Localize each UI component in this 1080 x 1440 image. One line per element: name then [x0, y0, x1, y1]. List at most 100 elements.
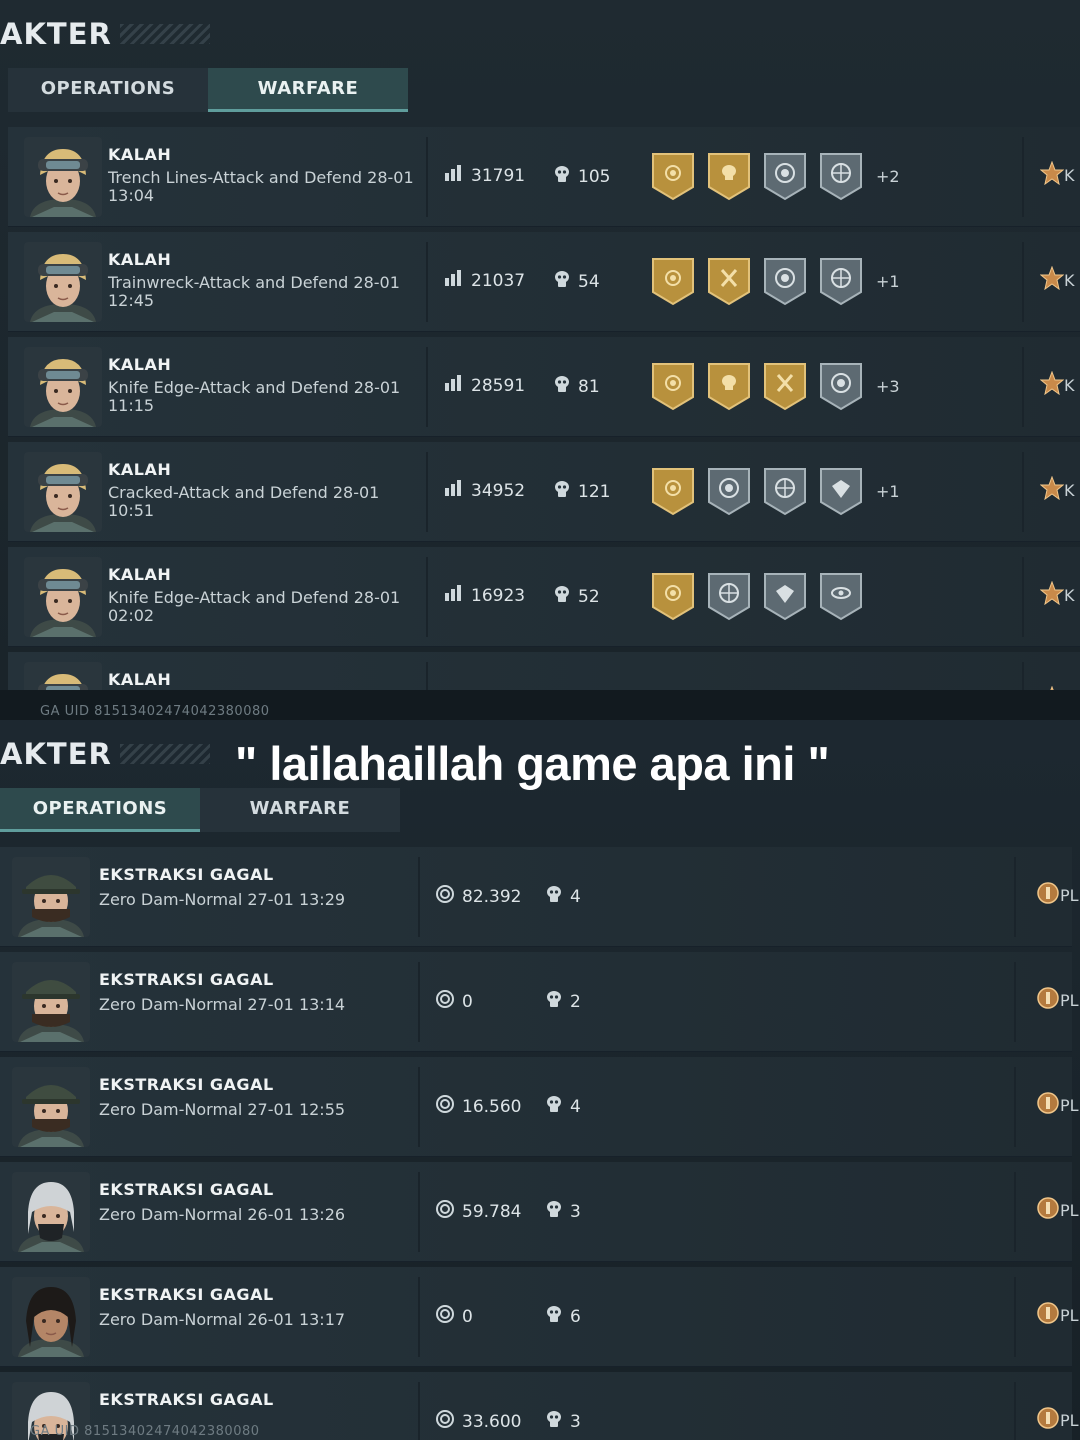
rank-label: K — [1064, 375, 1075, 395]
rank-label: K — [1064, 585, 1075, 605]
silver-scope-badge-icon[interactable] — [818, 151, 864, 201]
badge-list: +1 — [650, 466, 900, 516]
row-divider — [1022, 242, 1024, 322]
match-map-mode-time: Zero Dam-Normal 26-01 13:17 — [99, 1310, 346, 1329]
match-row[interactable]: EKSTRAKSI GAGAL Zero Dam-Normal 27-01 13:… — [0, 952, 1079, 1052]
loot-value-stat: 82.392 — [436, 885, 521, 908]
kills-stat: 105 — [554, 165, 610, 188]
silver-wings-badge-icon[interactable] — [818, 466, 864, 516]
loot-value: 16.560 — [462, 1096, 522, 1117]
rank-label: K — [1064, 480, 1075, 500]
row-divider — [426, 452, 428, 532]
rank-indicator: PL — [1036, 881, 1079, 909]
more-badges-count[interactable]: +1 — [876, 482, 900, 501]
score-stat: 28591 — [445, 375, 525, 396]
skull-icon — [546, 1305, 570, 1328]
rank-indicator: PL — [1036, 986, 1079, 1014]
player-uid: GA UID 81513402474042380080 — [30, 1424, 260, 1439]
gold-rose-badge-icon[interactable] — [650, 466, 696, 516]
rank-medal-icon — [1036, 1406, 1060, 1434]
more-badges-count[interactable]: +2 — [876, 167, 900, 186]
gold-axes-badge-icon[interactable] — [762, 361, 808, 411]
score-value: 31791 — [471, 165, 526, 186]
coin-icon — [436, 990, 462, 1013]
rank-label: K — [1064, 270, 1075, 290]
score-stat: 31791 — [445, 165, 525, 186]
tab-operations[interactable]: OPERATIONS — [0, 788, 200, 832]
badge-list — [650, 571, 874, 621]
score-value: 16923 — [471, 585, 526, 606]
score-value: 28591 — [471, 375, 526, 396]
rank-label: PL — [1060, 885, 1079, 905]
rank-star-icon — [1039, 475, 1065, 504]
gold-rose-badge-icon[interactable] — [650, 256, 696, 306]
match-row[interactable]: EKSTRAKSI GAGAL Zero Dam-Normal 27-01 13:… — [0, 847, 1079, 947]
row-divider — [418, 1172, 420, 1252]
tab-warfare[interactable]: WARFARE — [208, 68, 408, 112]
operator-avatar — [24, 557, 102, 637]
header-hatch-decoration — [119, 24, 210, 44]
loot-value-stat: 33.600 — [436, 1410, 521, 1433]
silver-target-badge-icon[interactable] — [706, 466, 752, 516]
row-divider — [1022, 452, 1024, 532]
match-row[interactable]: KALAH Knife Edge-Attack and Defend 28-01 … — [8, 337, 1080, 437]
tab-operations[interactable]: OPERATIONS — [8, 68, 208, 112]
kills-value: 4 — [570, 886, 581, 907]
badge-list: +2 — [650, 151, 900, 201]
match-row[interactable]: KALAH Trench Lines-Attack and Defend 28-0… — [8, 127, 1080, 227]
gold-rose-badge-icon[interactable] — [650, 151, 696, 201]
rank-indicator: K — [1039, 475, 1075, 504]
match-row[interactable]: KALAH Knife Edge-Attack and Defend 28-01 … — [8, 547, 1080, 647]
match-map-mode-time: Knife Edge-Attack and Defend 28-01 11:15 — [108, 378, 401, 415]
rank-medal-icon — [1036, 1301, 1060, 1329]
rank-star-icon — [1039, 370, 1065, 399]
match-result: EKSTRAKSI GAGAL — [99, 865, 274, 884]
silver-target-badge-icon[interactable] — [762, 256, 808, 306]
match-result: KALAH — [108, 355, 172, 374]
skull-icon — [546, 1095, 570, 1118]
coin-icon — [436, 885, 462, 908]
row-divider — [1014, 857, 1016, 937]
kills-stat: 121 — [554, 480, 610, 503]
gold-rose-badge-icon[interactable] — [650, 361, 696, 411]
operator-avatar — [12, 1172, 90, 1252]
silver-target-badge-icon[interactable] — [818, 361, 864, 411]
kills-value: 3 — [570, 1201, 581, 1222]
gold-skull-badge-icon[interactable] — [706, 151, 752, 201]
rank-indicator: PL — [1036, 1091, 1079, 1119]
match-result: EKSTRAKSI GAGAL — [99, 970, 274, 989]
rank-medal-icon — [1036, 1196, 1060, 1224]
gold-axes-badge-icon[interactable] — [706, 256, 752, 306]
more-badges-count[interactable]: +1 — [876, 272, 900, 291]
row-divider — [418, 1382, 420, 1440]
kills-value: 121 — [578, 481, 611, 502]
match-row[interactable]: KALAH Cracked-Attack and Defend 28-01 10:… — [8, 442, 1080, 542]
match-result: EKSTRAKSI GAGAL — [99, 1285, 274, 1304]
kills-value: 6 — [570, 1306, 581, 1327]
silver-target-badge-icon[interactable] — [762, 151, 808, 201]
match-row[interactable]: EKSTRAKSI GAGAL Zero Dam-Normal 26-01 13:… — [0, 1162, 1079, 1262]
kills-stat: 2 — [546, 990, 581, 1013]
match-row[interactable]: EKSTRAKSI GAGAL Zero Dam-Normal 26-01 13:… — [0, 1267, 1079, 1367]
gold-skull-badge-icon[interactable] — [706, 361, 752, 411]
score-value: 34952 — [471, 480, 526, 501]
operator-avatar — [12, 962, 90, 1042]
gold-rose-badge-icon[interactable] — [650, 571, 696, 621]
bar-chart-icon — [445, 375, 471, 396]
match-row[interactable]: EKSTRAKSI GAGAL Zero Dam-Normal 27-01 12:… — [0, 1057, 1079, 1157]
silver-wings-badge-icon[interactable] — [762, 571, 808, 621]
row-divider — [418, 962, 420, 1042]
more-badges-count[interactable]: +3 — [876, 377, 900, 396]
warfare-history-panel: AKTER OPERATIONS WARFARE KALAH Trench Lin… — [0, 0, 1080, 700]
match-row[interactable]: KALAH Trainwreck-Attack and Defend 28-01 … — [8, 232, 1080, 332]
silver-scope-badge-icon[interactable] — [706, 571, 752, 621]
silver-scope-badge-icon[interactable] — [818, 256, 864, 306]
rank-label: PL — [1060, 990, 1079, 1010]
match-map-mode-time: Knife Edge-Attack and Defend 28-01 02:02 — [108, 588, 401, 625]
kills-stat: 4 — [546, 1095, 581, 1118]
row-divider — [426, 557, 428, 637]
row-divider — [426, 242, 428, 322]
tab-warfare[interactable]: WARFARE — [200, 788, 400, 832]
silver-eye-badge-icon[interactable] — [818, 571, 864, 621]
silver-scope-badge-icon[interactable] — [762, 466, 808, 516]
